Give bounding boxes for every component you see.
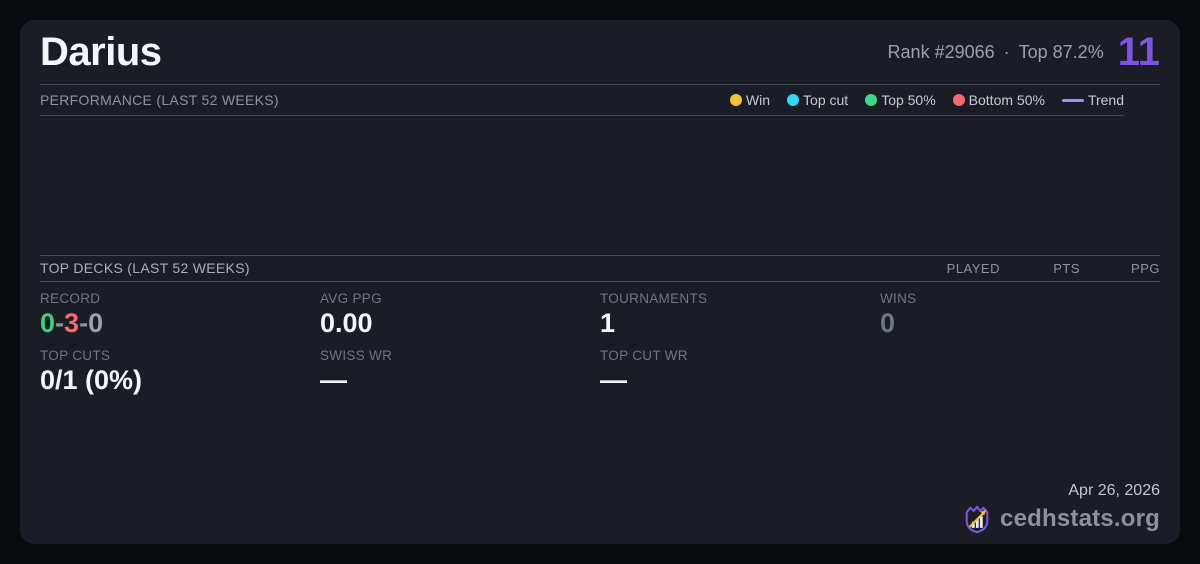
stat-label: RECORD bbox=[40, 290, 101, 306]
top-decks-columns: PLAYED PTS PPG bbox=[920, 261, 1160, 276]
title-row: Darius Rank #29066 · Top 87.2% 11 bbox=[40, 20, 1160, 85]
generated-date: Apr 26, 2026 bbox=[1068, 482, 1160, 499]
record-separator: - bbox=[55, 307, 65, 338]
percentile-label: Top 87.2% bbox=[1018, 41, 1104, 62]
top-decks-header-row: TOP DECKS (LAST 52 WEEKS) PLAYED PTS PPG bbox=[40, 254, 1160, 282]
top-decks-heading: TOP DECKS (LAST 52 WEEKS) bbox=[40, 260, 250, 277]
top-cuts-value: 0/1 (0%) bbox=[40, 364, 143, 395]
rank-summary: Rank #29066 · Top 87.2% bbox=[888, 42, 1104, 63]
rank-separator: · bbox=[1003, 41, 1010, 62]
record-separator: - bbox=[79, 307, 89, 338]
bottom50-dot-icon bbox=[952, 94, 965, 106]
stat-spacer bbox=[880, 348, 1160, 396]
performance-heading: PERFORMANCE (LAST 52 WEEKS) bbox=[40, 92, 279, 108]
stat-label: TOP CUT WR bbox=[600, 347, 688, 363]
stat-label: TOURNAMENTS bbox=[600, 290, 708, 306]
legend-label: Top cut bbox=[803, 92, 849, 108]
legend-label: Top 50% bbox=[881, 92, 936, 108]
chart-legend: Win Top cut Top 50% Bottom 50% Trend bbox=[729, 92, 1124, 108]
brand-row: cedhstats.org bbox=[962, 504, 1160, 534]
stat-avg-ppg: AVG PPG 0.00 bbox=[320, 291, 600, 339]
stat-tournaments: TOURNAMENTS 1 bbox=[600, 291, 880, 339]
stat-label: SWISS WR bbox=[320, 347, 393, 363]
stat-label: TOP CUTS bbox=[40, 347, 111, 363]
legend-item-top-cut[interactable]: Top cut bbox=[787, 92, 848, 108]
legend-label: Win bbox=[745, 92, 771, 108]
legend-label: Trend bbox=[1087, 92, 1124, 108]
footer-brand-block: Apr 26, 2026 cedhstats.org bbox=[962, 482, 1160, 534]
avg-ppg-value: 0.00 bbox=[320, 307, 373, 338]
win-dot-icon bbox=[729, 94, 742, 106]
record-value: 0-3-0 bbox=[40, 307, 320, 339]
performance-chart bbox=[40, 116, 1160, 255]
stat-label: AVG PPG bbox=[320, 290, 382, 306]
title-right-group: Rank #29066 · Top 87.2% 11 bbox=[888, 32, 1160, 72]
stat-swiss-wr: SWISS WR — bbox=[320, 348, 600, 396]
event-count-badge: 11 bbox=[1117, 30, 1160, 74]
column-header-pts: PTS bbox=[1053, 260, 1080, 276]
record-losses: 3 bbox=[64, 307, 80, 338]
legend-item-win[interactable]: Win bbox=[729, 92, 771, 108]
rank-label: Rank #29066 bbox=[887, 41, 995, 62]
column-header-played: PLAYED bbox=[946, 260, 1000, 276]
stat-record: RECORD 0-3-0 bbox=[40, 291, 320, 339]
brand-link[interactable]: cedhstats.org bbox=[1000, 505, 1160, 533]
stat-wins: WINS 0 bbox=[880, 291, 1160, 339]
top-cut-wr-value: — bbox=[600, 364, 627, 395]
tournaments-value: 1 bbox=[600, 307, 616, 338]
trend-line-icon bbox=[1061, 98, 1084, 102]
performance-header-row: PERFORMANCE (LAST 52 WEEKS) Win Top cut … bbox=[40, 85, 1124, 116]
stat-top-cut-wr: TOP CUT WR — bbox=[600, 348, 880, 396]
wins-value: 0 bbox=[880, 307, 896, 338]
swiss-wr-value: — bbox=[320, 364, 347, 395]
legend-item-top50[interactable]: Top 50% bbox=[865, 92, 936, 108]
player-stats-card: Darius Rank #29066 · Top 87.2% 11 PERFOR… bbox=[20, 20, 1180, 544]
record-wins: 0 bbox=[40, 307, 56, 338]
page-title: Darius bbox=[40, 29, 162, 74]
legend-item-trend[interactable]: Trend bbox=[1061, 92, 1124, 108]
top50-dot-icon bbox=[865, 94, 878, 106]
stat-top-cuts: TOP CUTS 0/1 (0%) bbox=[40, 348, 320, 396]
column-header-ppg: PPG bbox=[1131, 260, 1160, 276]
legend-item-bottom50[interactable]: Bottom 50% bbox=[952, 92, 1045, 108]
legend-label: Bottom 50% bbox=[968, 92, 1045, 108]
top-cut-dot-icon bbox=[787, 94, 800, 106]
stat-label: WINS bbox=[880, 290, 917, 306]
record-draws: 0 bbox=[88, 307, 104, 338]
cedhstats-shield-icon bbox=[962, 504, 992, 534]
